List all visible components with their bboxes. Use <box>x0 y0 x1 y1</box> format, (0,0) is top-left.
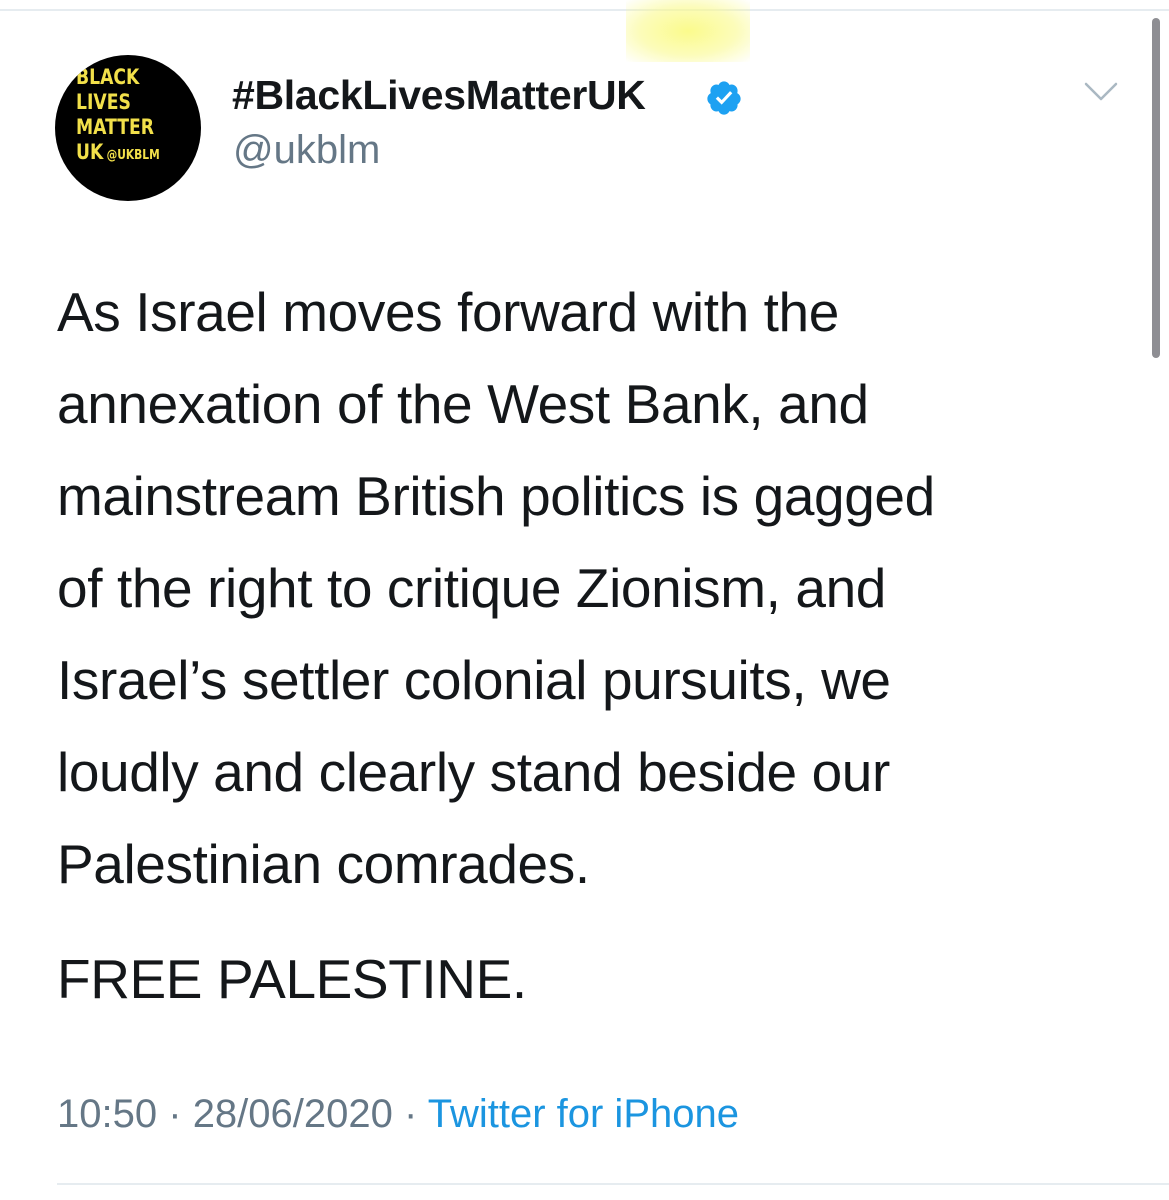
avatar-logo-text: BLACK LIVES MATTER UK @UKBLM <box>76 65 160 168</box>
tweet-text-line: As Israel moves forward with the <box>57 281 839 343</box>
tweet-text-line: loudly and clearly stand beside our <box>57 741 890 803</box>
avatar-line-lives: LIVES <box>76 90 131 114</box>
avatar[interactable]: BLACK LIVES MATTER UK @UKBLM <box>55 55 201 201</box>
avatar-line-uk-row: UK @UKBLM <box>76 140 160 168</box>
tweet-date[interactable]: 28/06/2020 <box>193 1092 393 1136</box>
verified-badge-icon <box>707 81 741 115</box>
avatar-line-matter: MATTER <box>76 115 155 139</box>
tweet-text-line: of the right to critique Zionism, and <box>57 557 886 619</box>
avatar-line-uk: UK <box>76 140 104 164</box>
top-divider <box>0 9 1169 11</box>
scrollbar[interactable] <box>1152 18 1160 358</box>
tweet-text: As Israel moves forward with the annexat… <box>57 266 1117 910</box>
tweet-meta: 10:50 · 28/06/2020 · Twitter for iPhone <box>57 1092 739 1137</box>
author-display-name[interactable]: #BlackLivesMatterUK <box>232 72 646 119</box>
tweet-text-line: Palestinian comrades. <box>57 833 590 895</box>
tweet-text-line: annexation of the West Bank, and <box>57 373 869 435</box>
highlight-mark <box>626 0 750 62</box>
bottom-divider <box>57 1183 1169 1185</box>
meta-separator: · <box>404 1092 418 1136</box>
meta-separator: · <box>168 1092 182 1136</box>
chevron-down-icon[interactable] <box>1083 81 1119 103</box>
tweet-text-line: Israel’s settler colonial pursuits, we <box>57 649 891 711</box>
tweet-time[interactable]: 10:50 <box>57 1092 157 1136</box>
author-handle[interactable]: @ukblm <box>233 128 380 173</box>
avatar-line-black: BLACK <box>76 65 140 89</box>
tweet-closing-line: FREE PALESTINE. <box>57 948 527 1010</box>
tweet-source-link[interactable]: Twitter for iPhone <box>428 1092 739 1136</box>
tweet-text-line: mainstream British politics is gagged <box>57 465 935 527</box>
avatar-handle-text: @UKBLM <box>106 148 160 163</box>
